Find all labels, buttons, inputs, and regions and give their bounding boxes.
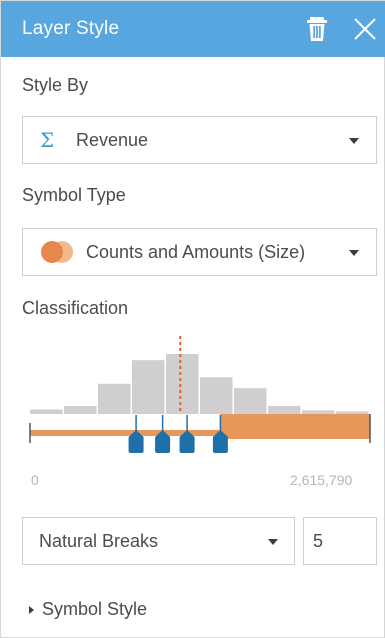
sigma-icon: Σ — [40, 128, 55, 152]
range-max-label: 2,615,790 — [290, 472, 353, 488]
proportional-circles-icon — [41, 241, 73, 263]
classification-method-select[interactable]: Natural Breaks — [22, 517, 295, 565]
histogram-bar — [64, 406, 97, 414]
chevron-down-icon — [349, 138, 359, 144]
classification-method-value: Natural Breaks — [39, 530, 159, 551]
panel-header: Layer Style — [1, 1, 385, 57]
caret-right-icon — [29, 605, 34, 614]
style-by-value: Revenue — [76, 129, 149, 150]
histogram-bar — [30, 409, 63, 414]
layer-style-panel: Layer Style Style By Σ Revenue Symbol Ty… — [0, 0, 385, 638]
histogram-bar — [268, 405, 301, 414]
classification-histogram[interactable] — [1, 331, 385, 456]
trash-icon[interactable] — [306, 16, 328, 42]
histogram-bar — [200, 377, 233, 414]
histogram-bar — [98, 383, 131, 414]
range-min-label: 0 — [31, 472, 39, 488]
style-by-label: Style By — [22, 75, 89, 95]
size-band — [136, 414, 370, 439]
style-by-select[interactable]: Σ Revenue — [22, 116, 377, 164]
symbol-type-select[interactable]: Counts and Amounts (Size) — [22, 228, 377, 276]
symbol-type-label: Symbol Type — [22, 185, 126, 205]
panel-title: Layer Style — [22, 18, 120, 39]
histogram-bar — [336, 411, 369, 414]
histogram-bar — [166, 354, 199, 414]
histogram-bar — [234, 388, 267, 414]
class-count-input[interactable]: 5 — [303, 517, 377, 565]
symbol-style-toggle[interactable]: Symbol Style — [29, 599, 147, 620]
chevron-down-icon — [268, 539, 278, 545]
size-band — [30, 430, 137, 436]
chevron-down-icon — [349, 250, 359, 256]
close-icon[interactable] — [353, 17, 377, 41]
histogram-bar — [132, 360, 165, 414]
classification-label: Classification — [22, 298, 129, 318]
histogram-bar — [302, 410, 335, 414]
symbol-type-value: Counts and Amounts (Size) — [86, 241, 306, 262]
symbol-style-label: Symbol Style — [42, 599, 148, 619]
